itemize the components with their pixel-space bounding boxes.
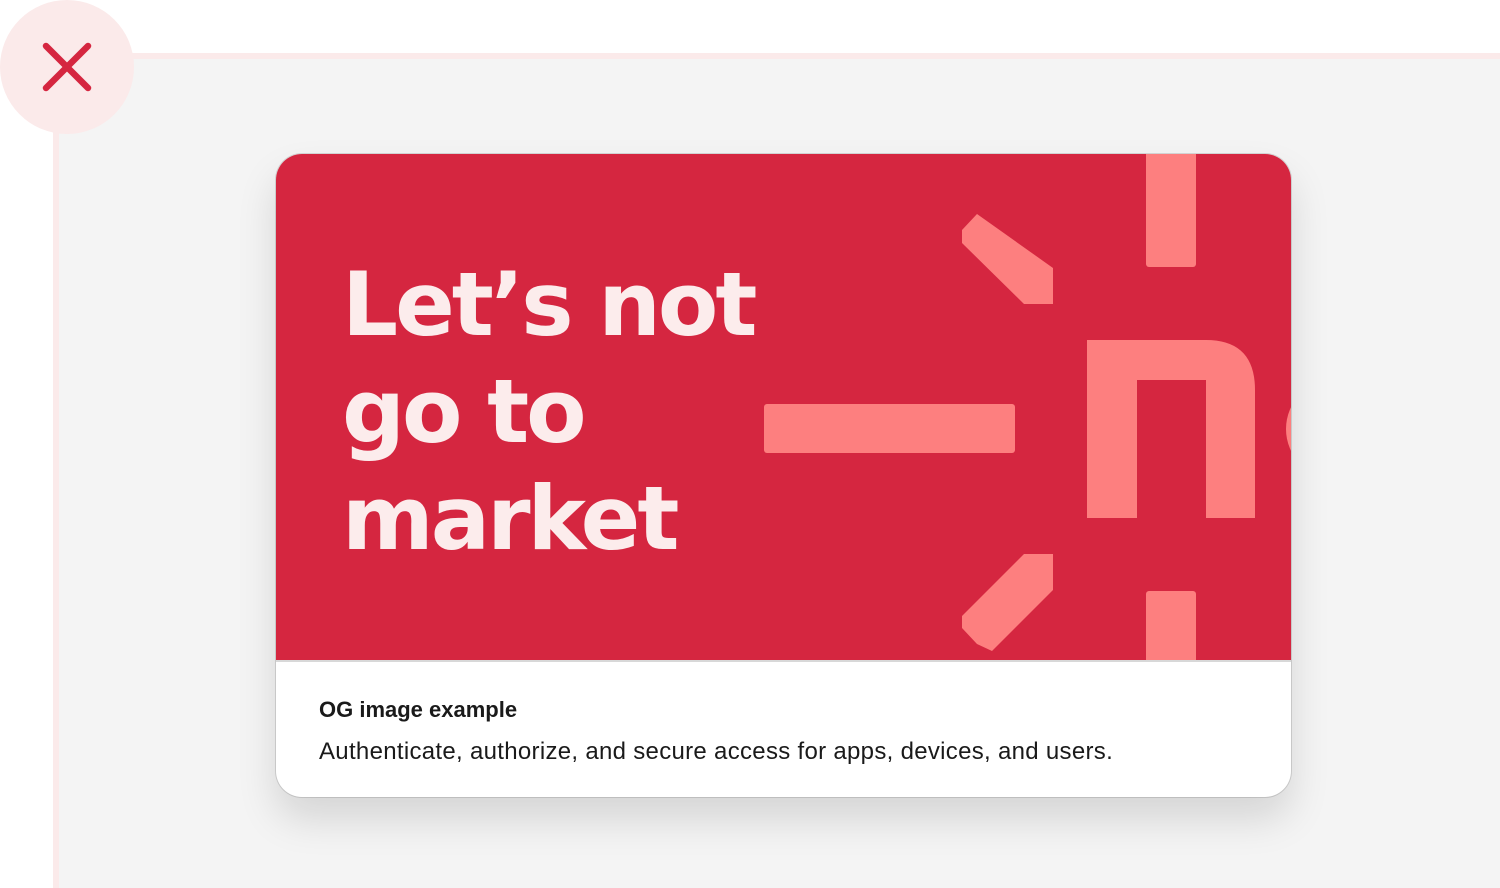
logo-edge-circle (1286, 407, 1291, 451)
card-title: OG image example (319, 697, 518, 722)
logo-top-bar (1146, 154, 1196, 267)
logo-upper-diagonal (962, 214, 1053, 304)
logo-left-bar (764, 404, 1015, 453)
logo-bottom-bar (1146, 591, 1196, 662)
logo-lower-diagonal (962, 554, 1053, 651)
close-icon (42, 42, 92, 92)
image-divider (276, 660, 1291, 662)
example-stage: Let’s not go to market OG image example … (0, 0, 1500, 888)
incorrect-badge (0, 0, 134, 134)
card-description: Authenticate, authorize, and secure acce… (319, 738, 1114, 765)
og-preview-card[interactable]: Let’s not go to market OG image example … (276, 154, 1291, 797)
logo-arch (1087, 340, 1255, 518)
brand-logo-icon (764, 154, 1291, 662)
card-info: OG image example Authenticate, authorize… (319, 694, 1269, 768)
og-image: Let’s not go to market (276, 154, 1291, 662)
